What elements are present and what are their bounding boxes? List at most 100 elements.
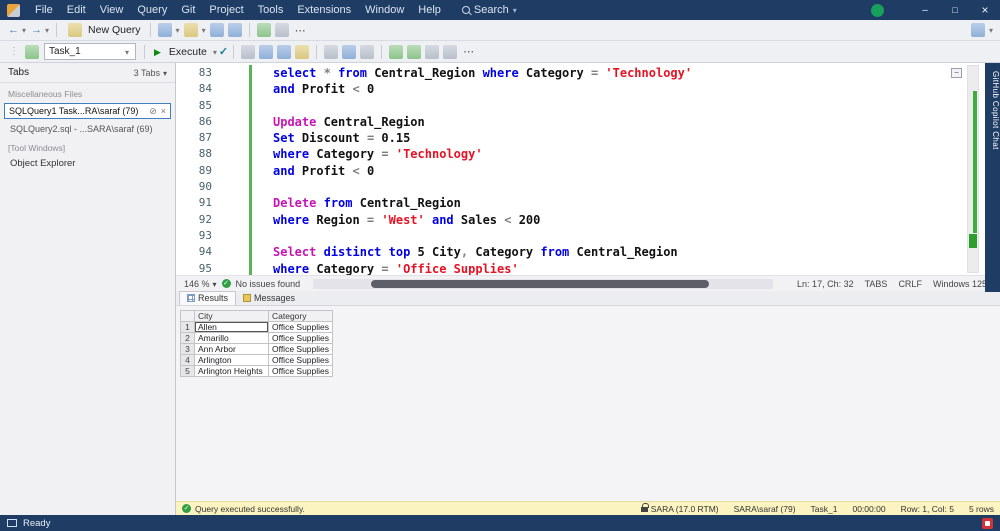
row-number-cell[interactable]: 1 — [181, 322, 195, 333]
grid-cell[interactable]: Arlington — [195, 355, 269, 366]
tab-messages[interactable]: Messages — [236, 292, 302, 305]
grid-cell[interactable]: Amarillo — [195, 333, 269, 344]
execute-button[interactable]: Execute — [150, 43, 211, 61]
table-row[interactable]: 1AllenOffice Supplies — [181, 322, 333, 333]
code-line[interactable]: 89and Profit < 0 — [176, 163, 964, 179]
toolbar-overflow-icon[interactable] — [459, 45, 478, 58]
code-editor[interactable]: 83select * from Central_Region where Cat… — [176, 63, 1000, 275]
save-all-icon[interactable] — [228, 23, 242, 37]
menu-item-file[interactable]: File — [28, 0, 60, 20]
uncomment-icon[interactable] — [407, 45, 421, 59]
execute-options-chevron-icon[interactable] — [213, 46, 217, 58]
search-box[interactable]: Search — [462, 4, 517, 16]
close-icon[interactable] — [161, 106, 166, 116]
code-line[interactable]: 83select * from Central_Region where Cat… — [176, 65, 964, 81]
feedback-icon[interactable] — [971, 23, 985, 37]
results-grid[interactable]: City Category 1AllenOffice Supplies2Amar… — [180, 310, 333, 377]
menu-item-query[interactable]: Query — [130, 0, 174, 20]
code-line[interactable]: 87Set Discount = 0.15 — [176, 130, 964, 146]
query-options-icon[interactable] — [295, 45, 309, 59]
maximize-button[interactable] — [940, 0, 970, 20]
editor-horizontal-scrollbar[interactable] — [313, 279, 773, 289]
navigate-back-icon[interactable] — [8, 24, 19, 36]
collapse-region-icon[interactable] — [951, 68, 962, 78]
grid-cell[interactable]: Ann Arbor — [195, 344, 269, 355]
code-line[interactable]: 86Update Central_Region — [176, 114, 964, 130]
tab-results[interactable]: Results — [179, 291, 236, 305]
database-selector[interactable]: Task_1 — [44, 43, 136, 60]
window-layout-icon[interactable] — [7, 519, 17, 527]
results-to-file-icon[interactable] — [360, 45, 374, 59]
code-line[interactable]: 94Select distinct top 5 City, Category f… — [176, 244, 964, 260]
code-line[interactable]: 84and Profit < 0 — [176, 81, 964, 97]
grid-cell[interactable]: Office Supplies — [269, 366, 333, 377]
grid-cell[interactable]: Office Supplies — [269, 344, 333, 355]
editor-status-item[interactable]: CRLF — [898, 279, 922, 289]
row-number-cell[interactable]: 4 — [181, 355, 195, 366]
comment-icon[interactable] — [389, 45, 403, 59]
grid-corner-cell[interactable] — [181, 311, 195, 322]
code-line[interactable]: 90 — [176, 179, 964, 195]
new-query-button[interactable]: New Query — [62, 21, 145, 39]
toolbar-overflow-icon[interactable] — [291, 24, 310, 37]
open-file-chevron-icon[interactable] — [202, 24, 206, 36]
live-statistics-icon[interactable] — [277, 45, 291, 59]
menu-item-git[interactable]: Git — [174, 0, 202, 20]
grid-cell[interactable]: Office Supplies — [269, 333, 333, 344]
table-row[interactable]: 5Arlington HeightsOffice Supplies — [181, 366, 333, 377]
menu-item-edit[interactable]: Edit — [60, 0, 93, 20]
table-row[interactable]: 4ArlingtonOffice Supplies — [181, 355, 333, 366]
zoom-selector[interactable]: 146 % — [184, 279, 217, 289]
menu-item-tools[interactable]: Tools — [251, 0, 291, 20]
code-line[interactable]: 92where Region = 'West' and Sales < 200 — [176, 212, 964, 228]
parse-query-icon[interactable] — [219, 45, 228, 58]
undo-icon[interactable] — [257, 23, 271, 37]
editor-vertical-scrollbar[interactable] — [967, 65, 979, 273]
editor-status-item[interactable]: TABS — [865, 279, 888, 289]
menu-item-view[interactable]: View — [93, 0, 131, 20]
grid-cell[interactable]: Arlington Heights — [195, 366, 269, 377]
change-connection-icon[interactable] — [25, 45, 39, 59]
grid-cell[interactable]: Office Supplies — [269, 355, 333, 366]
sidebar-item-sqlquery1[interactable]: SQLQuery1 Task...RA\saraf (79) — [4, 103, 171, 119]
row-number-cell[interactable]: 2 — [181, 333, 195, 344]
sidebar-item-sqlquery2[interactable]: SQLQuery2.sql - ...SARA\saraf (69) — [0, 120, 175, 137]
results-to-text-icon[interactable] — [324, 45, 338, 59]
column-header-city[interactable]: City — [195, 311, 269, 322]
code-line[interactable]: 95where Category = 'Office Supplies' — [176, 261, 964, 275]
indent-icon[interactable] — [425, 45, 439, 59]
outdent-icon[interactable] — [443, 45, 457, 59]
grid-cell[interactable]: Office Supplies — [269, 322, 333, 333]
row-number-cell[interactable]: 5 — [181, 366, 195, 377]
editor-status-item[interactable]: Ln: 17, Ch: 32 — [797, 279, 854, 289]
menu-item-extensions[interactable]: Extensions — [290, 0, 358, 20]
back-history-chevron-icon[interactable] — [22, 24, 26, 36]
table-row[interactable]: 2AmarilloOffice Supplies — [181, 333, 333, 344]
save-icon[interactable] — [210, 23, 224, 37]
editor-status-item[interactable]: Windows 1252 — [933, 279, 992, 289]
pin-icon[interactable] — [149, 106, 157, 117]
forward-history-chevron-icon[interactable] — [45, 24, 49, 36]
sidebar-item-object-explorer[interactable]: Object Explorer — [0, 155, 175, 172]
minimize-button[interactable] — [910, 0, 940, 20]
toolbar-grip[interactable] — [9, 46, 19, 57]
results-to-grid-icon[interactable] — [342, 45, 356, 59]
code-line[interactable]: 85 — [176, 98, 964, 114]
navigate-forward-icon[interactable] — [31, 24, 42, 36]
code-line[interactable]: 93 — [176, 228, 964, 244]
code-line[interactable]: 88where Category = 'Technology' — [176, 146, 964, 162]
open-file-icon[interactable] — [184, 23, 198, 37]
horizontal-scrollbar-thumb[interactable] — [371, 280, 709, 288]
table-row[interactable]: 3Ann ArborOffice Supplies — [181, 344, 333, 355]
code-line[interactable]: 91Delete from Central_Region — [176, 195, 964, 211]
toolbar-options-chevron-icon[interactable] — [989, 24, 993, 36]
redo-icon[interactable] — [275, 23, 289, 37]
tab-github-copilot-chat[interactable]: GitHub Copilot Chat — [985, 63, 1000, 292]
close-button[interactable] — [970, 0, 1000, 20]
tabs-count-dropdown[interactable]: 3 Tabs — [134, 68, 167, 78]
cancel-query-icon[interactable] — [241, 45, 255, 59]
notifications-icon[interactable] — [982, 518, 993, 529]
grid-cell[interactable]: Allen — [195, 322, 269, 333]
new-file-chevron-icon[interactable] — [176, 24, 180, 36]
estimated-plan-icon[interactable] — [259, 45, 273, 59]
